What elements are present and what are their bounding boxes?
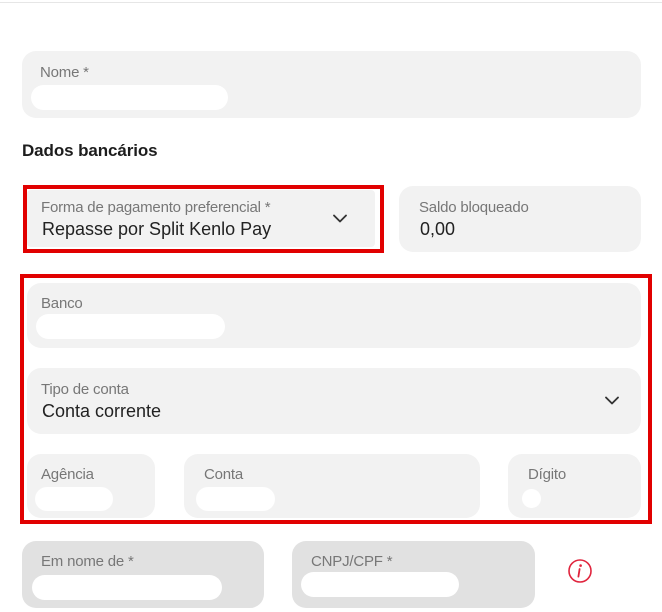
holder-name-label: Em nome de * <box>41 553 134 570</box>
agency-value-redacted <box>35 487 113 511</box>
holder-name-value-redacted <box>32 575 222 600</box>
holder-document-label: CNPJ/CPF * <box>311 553 393 570</box>
blocked-balance-field[interactable]: Saldo bloqueado 0,00 <box>399 186 641 252</box>
holder-document-value-redacted <box>301 572 459 597</box>
account-field[interactable]: Conta <box>184 454 480 518</box>
account-label: Conta <box>204 466 244 483</box>
account-type-value: Conta corrente <box>42 401 162 421</box>
blocked-balance-value: 0,00 <box>420 219 456 239</box>
name-value-redacted <box>31 85 228 110</box>
holder-name-field[interactable]: Em nome de * <box>22 541 264 608</box>
account-type-label: Tipo de conta <box>41 381 129 398</box>
bank-section-title: Dados bancários <box>22 141 158 160</box>
info-icon[interactable] <box>567 558 593 584</box>
name-label: Nome * <box>40 64 89 81</box>
chevron-down-icon <box>605 396 619 405</box>
account-type-select[interactable]: Tipo de conta Conta corrente <box>27 368 641 434</box>
agency-label: Agência <box>41 466 94 483</box>
bank-value-redacted <box>36 314 225 339</box>
name-field[interactable]: Nome * <box>22 51 641 118</box>
blocked-balance-label: Saldo bloqueado <box>419 199 529 216</box>
payment-method-highlight <box>23 185 384 253</box>
digit-value-redacted <box>522 489 541 508</box>
bank-label: Banco <box>41 295 83 312</box>
top-divider <box>0 2 662 3</box>
holder-document-field[interactable]: CNPJ/CPF * <box>292 541 535 608</box>
account-value-redacted <box>196 487 275 511</box>
agency-field[interactable]: Agência <box>27 454 155 518</box>
digit-label: Dígito <box>528 466 566 483</box>
digit-field[interactable]: Dígito <box>508 454 641 518</box>
bank-field[interactable]: Banco <box>27 283 641 348</box>
